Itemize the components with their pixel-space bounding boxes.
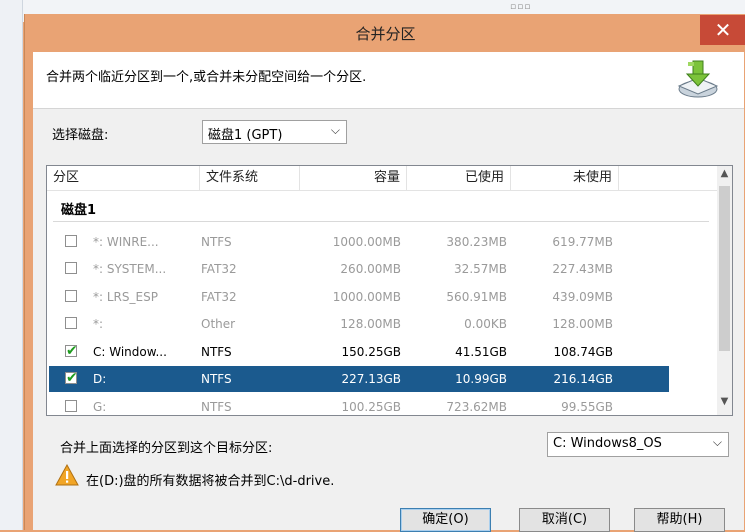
warning-message: 在(D:)盘的所有数据将被合并到C:\d-drive. [86,474,335,489]
column-header-filesystem[interactable]: 文件系统 [200,166,300,190]
merge-partition-dialog: 合并分区 ✕ 合并两个临近分区到一个,或合并未分配空间给一个分区. 选择磁盘: … [24,14,745,532]
help-button[interactable]: 帮助(H) [634,508,725,532]
partition-name: C: Window... [93,345,167,359]
partition-checkbox[interactable] [65,262,77,274]
partition-used: 560.91MB [446,290,507,304]
partition-used: 0.00KB [464,317,507,331]
partition-row[interactable]: G: NTFS 100.25GB 723.62MB 99.55GB [49,394,669,415]
partition-checkbox[interactable] [65,290,77,302]
partition-capacity: 260.00MB [340,262,401,276]
partition-name: D: [93,372,107,386]
partition-free: 128.00MB [552,317,613,331]
partition-filesystem: FAT32 [201,290,237,304]
partition-filesystem: FAT32 [201,262,237,276]
partition-name: *: WINRE... [93,235,159,249]
partition-checkbox[interactable] [65,400,77,412]
partition-capacity: 128.00MB [340,317,401,331]
scroll-up-icon[interactable]: ▲ [717,168,732,185]
partition-used: 380.23MB [446,235,507,249]
header-banner: 合并两个临近分区到一个,或合并未分配空间给一个分区. [33,52,744,109]
column-header-free[interactable]: 未使用 [511,166,619,190]
partition-row[interactable]: *: WINRE... NTFS 1000.00MB 380.23MB 619.… [49,229,669,255]
partition-filesystem: NTFS [201,235,232,249]
partition-filesystem: NTFS [201,345,232,359]
partition-capacity: 150.25GB [341,345,401,359]
column-header-partition[interactable]: 分区 [47,166,200,190]
list-scrollbar[interactable]: ▲ ▼ [717,166,732,415]
disk-select-label: 选择磁盘: [52,128,109,143]
partition-free: 216.14GB [553,372,613,386]
partition-row[interactable]: *: Other 128.00MB 0.00KB 128.00MB [49,311,669,337]
warning-icon [55,464,79,486]
column-header-used-label: 已使用 [464,170,504,185]
partition-name: *: LRS_ESP [93,290,158,304]
target-partition-select[interactable]: C: Windows8_OS ⌵ [547,432,729,457]
merge-disk-icon [677,60,719,98]
disk-select[interactable]: 磁盘1 (GPT) ⌵ [202,120,347,144]
partition-free: 108.74GB [553,345,613,359]
list-header: 分区 文件系统 容量 已使用 未使用 [47,166,717,191]
partition-name: *: SYSTEM... [93,262,167,276]
chevron-down-icon: ⌵ [712,435,722,449]
partition-free: 227.43MB [552,262,613,276]
partition-row[interactable]: *: SYSTEM... FAT32 260.00MB 32.57MB 227.… [49,256,669,282]
partition-name: *: [93,317,104,331]
partition-used: 10.99GB [455,372,507,386]
partition-name: G: [93,400,107,414]
target-partition-value: C: Windows8_OS [553,436,662,451]
column-header-capacity[interactable]: 容量 [300,166,407,190]
partition-row-selected[interactable]: ✔ D: NTFS 227.13GB 10.99GB 216.14GB [49,366,669,392]
dialog-title: 合并分区 [355,25,416,43]
partition-checkbox[interactable]: ✔ [65,370,78,386]
background-dots: ▫▫▫ [510,2,532,12]
partition-capacity: 1000.00MB [332,235,401,249]
partition-free: 99.55GB [561,400,613,414]
column-header-capacity-label: 容量 [373,170,400,185]
column-header-used[interactable]: 已使用 [407,166,511,190]
partition-checkbox[interactable] [65,317,77,329]
partition-free: 439.09MB [552,290,613,304]
partition-checkbox[interactable] [65,235,77,247]
partition-used: 723.62MB [446,400,507,414]
scroll-down-icon[interactable]: ▼ [717,396,732,413]
partition-capacity: 1000.00MB [332,290,401,304]
partition-capacity: 100.25GB [341,400,401,414]
dialog-description: 合并两个临近分区到一个,或合并未分配空间给一个分区. [46,70,367,85]
column-header-free-label: 未使用 [572,170,612,185]
partition-row[interactable]: *: LRS_ESP FAT32 1000.00MB 560.91MB 439.… [49,284,669,310]
disk-group-label: 磁盘1 [61,203,97,218]
partition-used: 32.57MB [454,262,507,276]
partition-list[interactable]: 分区 文件系统 容量 已使用 未使用 磁盘1 *: WINRE... NTFS … [46,165,733,416]
cancel-button[interactable]: 取消(C) [519,508,610,532]
chevron-down-icon: ⌵ [330,123,340,137]
close-button[interactable]: ✕ [700,15,745,45]
scrollbar-thumb[interactable] [719,186,730,351]
partition-filesystem: NTFS [201,372,232,386]
checkmark-icon: ✔ [66,343,78,359]
partition-capacity: 227.13GB [341,372,401,386]
partition-row[interactable]: ✔ C: Window... NTFS 150.25GB 41.51GB 108… [49,339,669,365]
partition-filesystem: Other [201,317,236,331]
disk-select-value: 磁盘1 (GPT) [208,128,283,143]
partition-used: 41.51GB [455,345,507,359]
ok-button[interactable]: 确定(O) [400,508,491,532]
background-window-left [0,0,23,530]
partition-free: 619.77MB [552,235,613,249]
dialog-client-area: 合并两个临近分区到一个,或合并未分配空间给一个分区. 选择磁盘: 磁盘1 (GP… [33,52,744,532]
partition-checkbox[interactable]: ✔ [65,343,78,359]
partition-filesystem: NTFS [201,400,232,414]
target-partition-label: 合并上面选择的分区到这个目标分区: [60,441,273,456]
checkmark-icon: ✔ [66,370,78,386]
title-bar: 合并分区 ✕ [25,14,745,52]
group-divider [53,221,709,222]
